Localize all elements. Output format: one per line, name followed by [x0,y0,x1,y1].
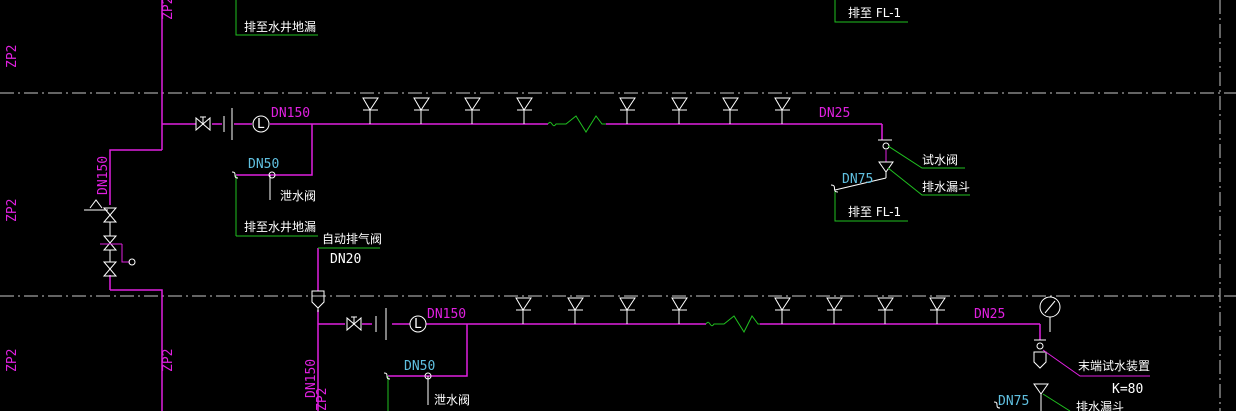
lower-sprinklers [515,297,946,324]
riser-label: ZP2 [5,199,20,222]
vent-pipe-size: DN20 [330,252,361,267]
riser-label: ZP2 [5,45,20,68]
top-fl-label: 排至 FL-1 [848,6,901,20]
upper-drain-size: DN75 [842,172,873,187]
upper-drain-sump-label: 排至水井地漏 [244,220,316,234]
lower-branch [383,372,432,411]
upper-flex-joint [547,115,606,133]
riser-label: ZP2 [5,349,20,372]
sprinkler-system-diagram: ZP2 ZP2 ZP2 ZP2 ZP2 ZP2 DN150 DN150 L DN… [0,0,1236,411]
lower-drain-funnel-label: 排水漏斗 [1076,400,1124,411]
lower-branch-size: DN50 [404,359,435,374]
riser-label: ZP2 [161,349,176,372]
upper-drain-funnel-label: 排水漏斗 [922,180,970,194]
upper-end-pipe-size: DN25 [819,106,850,121]
svg-text:L: L [257,117,265,132]
lower-relief-valve-label: 泄水阀 [434,393,470,407]
riser-pipes [109,0,345,411]
upper-sprinklers [362,97,791,124]
upper-branch-size: DN50 [248,157,279,172]
lower-flex-joint [705,315,760,334]
k-factor-label: K=80 [1112,382,1143,397]
upper-main-pipe [190,123,883,176]
svg-text:L: L [414,317,422,332]
lower-valve: L [346,308,427,340]
end-test-device-label: 末端试水装置 [1078,358,1150,373]
riser-pipe-size: DN150 [96,156,111,195]
upper-fl-label: 排至 FL-1 [848,205,901,219]
lower-main-pipe [362,323,1041,377]
riser-label: ZP2 [161,0,176,20]
top-drain-sump-label: 排至水井地漏 [244,20,316,34]
lower-drain-size: DN75 [998,394,1029,409]
lower-main-pipe-size: DN150 [427,307,466,322]
riser-valve-group [84,199,136,277]
upper-main-pipe-size: DN150 [271,106,310,121]
lower-end-pipe-size: DN25 [974,307,1005,322]
auto-air-vent-label: 自动排气阀 [322,231,382,246]
upper-relief-valve-label: 泄水阀 [280,189,316,203]
upper-test-valve-label: 试水阀 [922,152,958,167]
riser-pipe-size: DN150 [304,359,319,398]
upper-valve: L [195,108,270,140]
